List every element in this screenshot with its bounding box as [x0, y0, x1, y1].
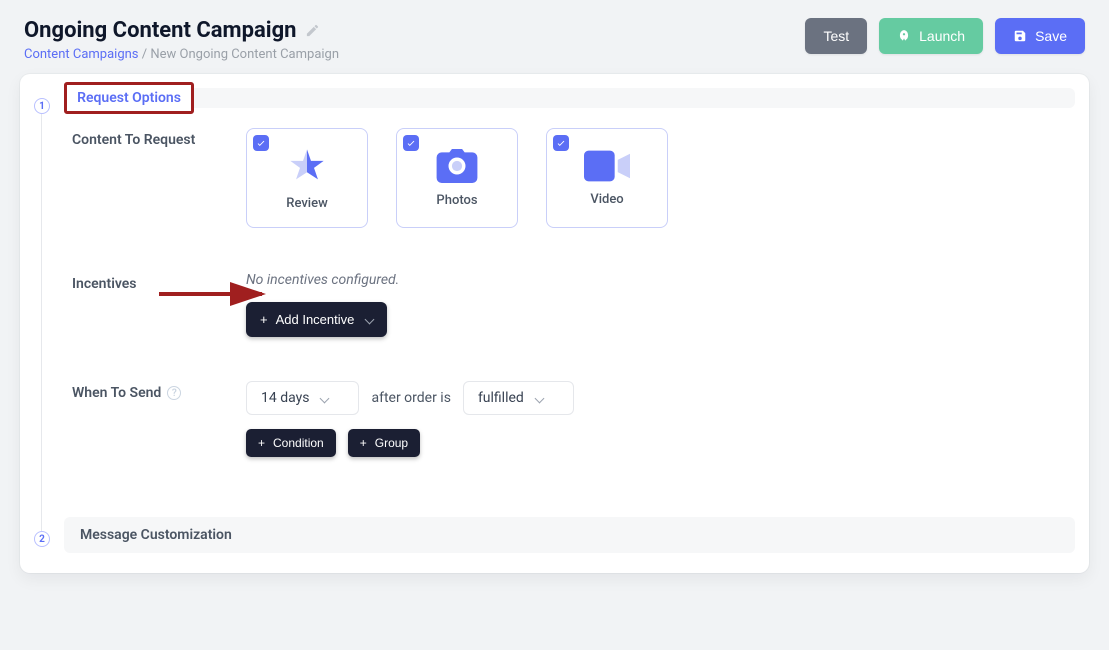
breadcrumb-link[interactable]: Content Campaigns	[24, 47, 139, 62]
option-label: Photos	[436, 193, 477, 208]
add-condition-button[interactable]: + Condition	[246, 429, 336, 457]
checkbox-photos[interactable]	[403, 135, 419, 151]
plus-icon: +	[260, 312, 268, 327]
launch-button[interactable]: Launch	[879, 18, 983, 54]
checkbox-video[interactable]	[553, 135, 569, 151]
option-photos[interactable]: Photos	[396, 128, 518, 228]
video-icon	[584, 150, 630, 182]
step-badge-2: 2	[34, 531, 50, 547]
edit-title-icon[interactable]	[305, 23, 320, 38]
camera-icon	[436, 149, 478, 183]
page-title: Ongoing Content Campaign	[24, 18, 297, 43]
label-incentives: Incentives	[72, 272, 222, 292]
rocket-icon	[897, 29, 911, 43]
step-badge-1: 1	[34, 98, 50, 114]
breadcrumb: Content Campaigns / New Ongoing Content …	[24, 47, 339, 62]
option-label: Video	[590, 192, 623, 207]
save-button[interactable]: Save	[995, 18, 1085, 54]
option-label: Review	[286, 196, 327, 211]
label-content-to-request: Content To Request	[72, 128, 222, 148]
section-request-options[interactable]: Request Options	[64, 88, 1075, 108]
section-message-customization[interactable]: Message Customization	[64, 517, 1075, 553]
label-when-to-send: When To Send ?	[72, 381, 222, 401]
chevron-down-icon	[365, 315, 375, 325]
star-icon	[287, 146, 327, 186]
add-incentive-button[interactable]: + Add Incentive	[246, 302, 387, 337]
days-select[interactable]: 14 days	[246, 381, 359, 415]
status-select[interactable]: fulfilled	[463, 381, 574, 415]
breadcrumb-current: New Ongoing Content Campaign	[150, 47, 339, 62]
checkbox-review[interactable]	[253, 135, 269, 151]
chevron-down-icon	[320, 393, 330, 403]
option-review[interactable]: Review	[246, 128, 368, 228]
save-icon	[1013, 29, 1027, 43]
option-video[interactable]: Video	[546, 128, 668, 228]
plus-icon: +	[360, 436, 367, 450]
plus-icon: +	[258, 436, 265, 450]
when-middle-text: after order is	[371, 390, 450, 406]
incentives-empty-text: No incentives configured.	[246, 272, 1067, 288]
chevron-down-icon	[534, 393, 544, 403]
help-icon[interactable]: ?	[167, 386, 181, 400]
add-group-button[interactable]: + Group	[348, 429, 420, 457]
test-button[interactable]: Test	[805, 18, 867, 54]
